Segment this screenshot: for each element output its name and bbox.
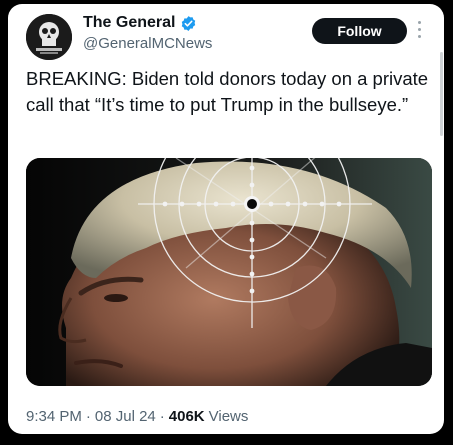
crosshair-portrait-image	[26, 158, 432, 386]
views-count[interactable]: 406K	[169, 408, 205, 425]
author-handle[interactable]: @GeneralMCNews	[83, 35, 212, 52]
avatar-image	[26, 14, 72, 60]
tweet-meta: 9:34 PM · 08 Jul 24 · 406K Views	[26, 408, 248, 425]
tweet-date[interactable]: 08 Jul 24	[95, 408, 156, 425]
views-label: Views	[208, 408, 249, 425]
author-name-row: The General	[83, 14, 197, 32]
tweet-time[interactable]: 9:34 PM	[26, 408, 82, 425]
verified-badge-icon	[182, 15, 196, 31]
avatar[interactable]	[26, 14, 72, 60]
more-vertical-icon[interactable]	[417, 21, 423, 41]
meta-separator: ·	[159, 408, 165, 425]
tweet-text: BREAKING: Biden told donors today on a p…	[26, 68, 429, 115]
tweet-card: The General @GeneralMCNews Follow BREAKI…	[8, 4, 444, 434]
follow-button[interactable]: Follow	[312, 18, 407, 44]
author-display-name[interactable]: The General	[83, 14, 175, 32]
meta-separator: ·	[85, 408, 91, 425]
tweet-image[interactable]	[26, 158, 432, 386]
scrollbar[interactable]	[440, 52, 443, 136]
